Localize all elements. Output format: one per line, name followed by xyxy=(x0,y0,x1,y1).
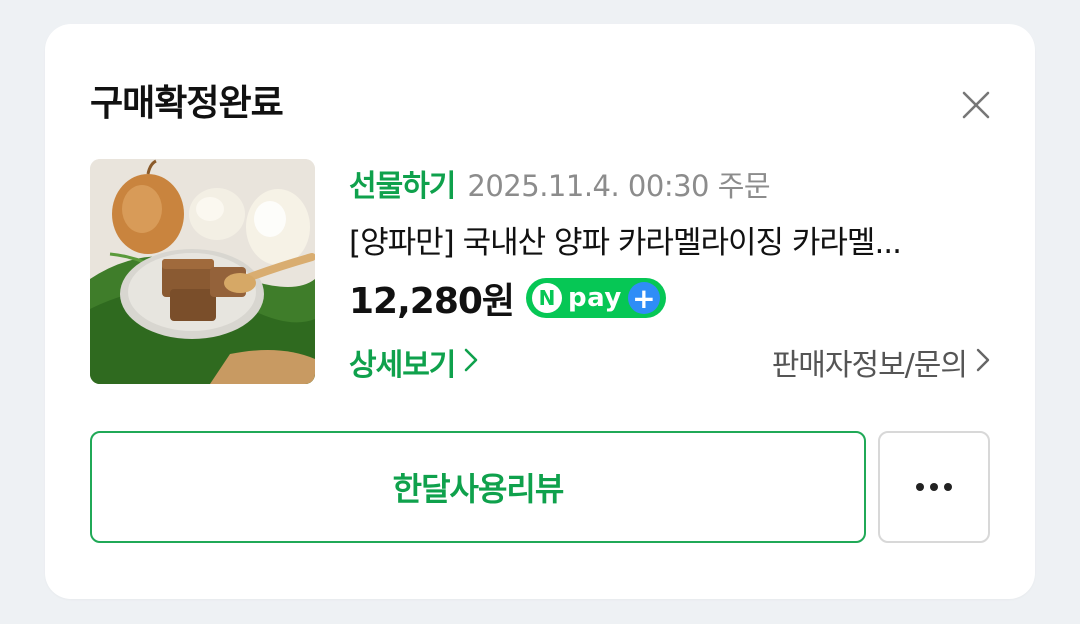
more-horizontal-icon-dot xyxy=(930,483,938,491)
more-horizontal-icon xyxy=(916,483,924,491)
monthly-review-button[interactable]: 한달사용리뷰 xyxy=(90,431,866,543)
npay-n-icon: N xyxy=(532,283,563,313)
chevron-right-icon xyxy=(463,347,479,377)
order-meta: 선물하기 2025.11.4. 00:30 주문 xyxy=(349,161,771,204)
plus-icon: + xyxy=(627,282,660,315)
more-horizontal-icon-dot xyxy=(944,483,952,491)
detail-link-label: 상세보기 xyxy=(349,348,456,383)
close-icon[interactable] xyxy=(959,88,993,122)
order-date: 2025.11.4. 00:30 주문 xyxy=(467,169,771,203)
page-title: 구매확정완료 xyxy=(90,83,284,124)
product-name[interactable]: [양파만] 국내산 양파 카라멜라이징 카라멜... xyxy=(349,217,989,262)
chevron-right-icon xyxy=(975,347,991,377)
order-card: 구매확정완료 선물하기 2025.11.4. 00:30 주문 [양파만] 국내… xyxy=(45,24,1035,599)
detail-link[interactable]: 상세보기 xyxy=(349,342,479,383)
order-type-label: 선물하기 xyxy=(349,169,456,204)
more-options-button[interactable] xyxy=(878,431,990,543)
price-row: 12,280원 N pay + xyxy=(349,272,666,324)
seller-info-link[interactable]: 판매자정보/문의 xyxy=(771,342,991,383)
npay-plus-badge: N pay + xyxy=(526,278,666,318)
npay-word: pay xyxy=(568,283,622,313)
seller-info-label: 판매자정보/문의 xyxy=(771,348,968,383)
product-thumbnail[interactable] xyxy=(90,159,315,384)
monthly-review-label: 한달사용리뷰 xyxy=(392,470,565,508)
product-price: 12,280원 xyxy=(349,281,515,322)
